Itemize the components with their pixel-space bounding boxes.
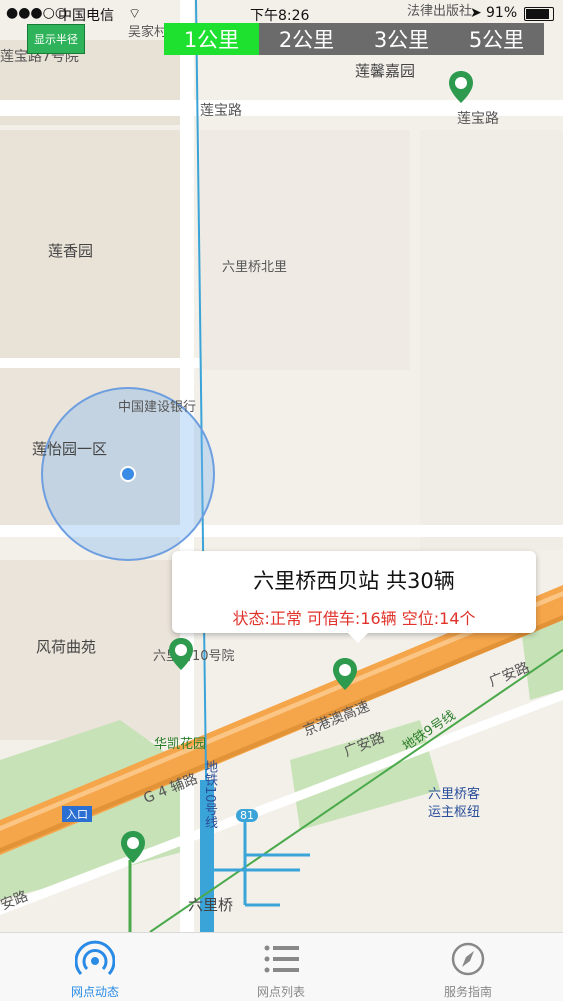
- map-label: 六里桥: [188, 896, 234, 914]
- tab-station-list[interactable]: 网点列表: [211, 933, 351, 1001]
- map-label: 地铁10号线: [202, 760, 217, 829]
- bike-station-marker[interactable]: [120, 830, 146, 864]
- tab-station-status[interactable]: 网点动态: [25, 933, 165, 1001]
- map-view[interactable]: 吴家村 法律出版社 莲宝路7号院 莲馨嘉园 莲宝路 莲宝路 莲香园 六里桥北里 …: [0, 0, 563, 932]
- map-label: 风荷曲苑: [36, 638, 97, 656]
- battery-label: 91%: [486, 5, 518, 21]
- bike-station-marker[interactable]: [448, 70, 474, 104]
- map-label: 六里桥北里: [222, 260, 288, 275]
- tab-label: 网点动态: [70, 985, 119, 999]
- map-label: 华凯花园: [154, 737, 207, 752]
- list-icon: [264, 945, 299, 973]
- station-info-popup[interactable]: 六里桥西贝站 共30辆 状态:正常 可借车:16辆 空位:14个: [172, 551, 536, 643]
- radius-tab-5km[interactable]: 5公里: [449, 23, 544, 55]
- map-label: 莲馨嘉园: [355, 62, 416, 80]
- tab-label: 服务指南: [443, 985, 492, 999]
- show-radius-button[interactable]: 显示半径: [27, 24, 85, 54]
- tab-label: 网点列表: [256, 985, 305, 999]
- map-pin-icon: [169, 638, 193, 670]
- station-status: 状态:正常 可借车:16辆 空位:14个: [232, 609, 476, 628]
- map-label: 莲宝路: [457, 111, 499, 127]
- radius-tab-2km[interactable]: 2公里: [259, 23, 354, 55]
- map-label: 入口: [62, 806, 92, 822]
- radius-tab-1km[interactable]: 1公里: [164, 23, 259, 55]
- bike-station-marker[interactable]: [332, 657, 358, 691]
- map-label: 六里桥客运主枢纽: [428, 787, 481, 820]
- tab-service-guide[interactable]: 服务指南: [398, 933, 538, 1001]
- station-title: 六里桥西贝站 共30辆: [253, 569, 455, 593]
- radius-tabs: 1公里 2公里 3公里 5公里: [164, 23, 544, 55]
- map-pin-icon: [121, 831, 145, 863]
- radius-tab-3km[interactable]: 3公里: [354, 23, 449, 55]
- map-pin-icon: [333, 658, 357, 690]
- location-icon: ➤: [470, 5, 482, 21]
- map-label: 中国建设银行: [118, 400, 197, 415]
- bike-station-marker[interactable]: [168, 637, 194, 671]
- tab-bar: 网点动态 网点列表 服务指南: [0, 932, 563, 1001]
- battery-icon: [524, 7, 554, 21]
- carrier-label: 中国电信: [58, 8, 114, 24]
- clock-label: 下午8:26: [250, 8, 310, 24]
- map-label: 莲宝路: [200, 103, 242, 119]
- broadcast-icon: [75, 940, 115, 976]
- compass-icon: [451, 942, 485, 976]
- map-label: 莲怡园一区: [32, 440, 108, 458]
- wifi-icon: ⌔: [128, 6, 142, 22]
- map-label: 81: [236, 809, 258, 822]
- map-pin-icon: [449, 71, 473, 103]
- map-label: 莲香园: [48, 242, 94, 260]
